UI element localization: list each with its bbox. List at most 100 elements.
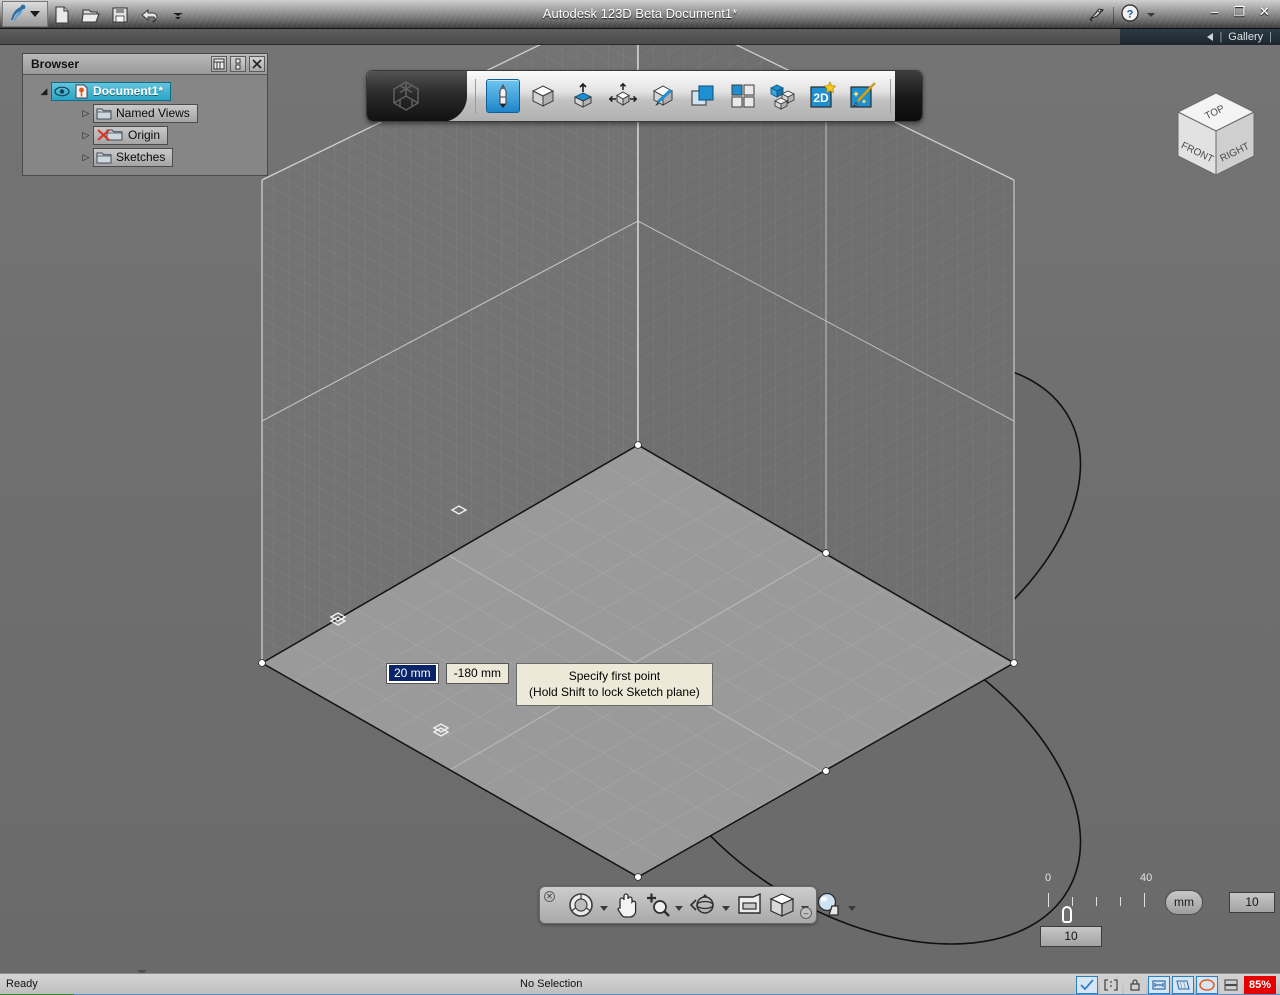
sketch-input-group[interactable]: 20 mm -180 mm Specify first point (Hold … [386,663,713,706]
minimize-button[interactable]: – [1207,4,1222,19]
satellite-dish-icon[interactable] [1087,3,1107,28]
overlap-squares-icon [690,85,714,106]
left-arrow-icon[interactable] [1207,33,1214,41]
steering-wheel-icon [569,893,593,917]
steering-wheel-button[interactable] [566,890,596,920]
navbar-minimize-icon[interactable]: – [800,907,812,919]
tree-node-named-views[interactable]: Named Views [93,103,198,123]
gallery-separator-left: | [1219,31,1223,43]
tree-row-origin[interactable]: ▷ Origin [27,124,263,146]
browser-panel[interactable]: Browser ◢ Document1* ▷ Named Views ▷ Ori… [22,53,268,176]
smart-tool-button[interactable] [846,79,880,113]
sphere-look-icon [817,892,839,916]
caret-down-icon[interactable] [1146,7,1156,25]
snap-check-icon[interactable] [1075,976,1098,994]
dimension-y-input[interactable]: -180 mm [445,663,510,684]
scale-marker-handle[interactable] [1062,906,1072,923]
zoom-button[interactable] [643,890,671,920]
toolbar-separator-right [889,79,891,113]
tree-node-document1[interactable]: Document1* [51,81,172,101]
construct-tool-button[interactable] [566,79,600,113]
navigation-bar[interactable]: ✕ – [539,886,856,924]
extrude-cube-icon [573,82,592,108]
look-at-button[interactable] [814,890,844,920]
gallery-link[interactable]: Gallery [1228,31,1263,43]
scale-tick-label-end: 40 [1140,872,1153,884]
window-controls: – ❐ ✕ [1207,4,1272,19]
modify-tool-button[interactable] [606,79,640,113]
fit-to-window-icon [738,892,761,914]
scale-tick-label-start: 0 [1045,872,1052,884]
gallery-bar-left-fill [0,29,1120,45]
toolbar-brand-area[interactable] [367,71,466,121]
pencil-sketch-icon [499,83,507,108]
status-percent-badge[interactable]: 85% [1243,976,1276,994]
title-bar: Autodesk 123D Beta Document1* ? – ❐ ✕ [0,0,1280,29]
cube-paint-brush-icon [652,85,673,106]
grid-spacing-input[interactable]: 10 [1040,926,1102,947]
tree-row-document[interactable]: ◢ Document1* [27,80,263,102]
grid-plane-icon[interactable] [1171,976,1194,994]
auto-hide-icon[interactable] [230,56,246,72]
tree-label-named-views: Named Views [116,106,190,120]
scale-tick-0 [1048,893,1049,907]
orange-loop-icon[interactable] [1195,976,1218,994]
main-toolbar[interactable]: 2D [366,70,923,122]
tree-twisty-named-views[interactable]: ▷ [79,108,93,119]
status-ready-text: Ready [6,978,38,990]
orbit-caret-icon[interactable] [722,905,730,911]
cube-primitive-icon [531,85,554,107]
tree-node-origin[interactable]: Origin [93,125,169,145]
command-tooltip: Specify first point (Hold Shift to lock … [516,663,713,706]
dual-monitor-icon[interactable] [1219,976,1242,994]
primitives-tool-button[interactable] [526,79,560,113]
view-style-button[interactable] [767,891,797,919]
look-at-caret-icon[interactable] [848,905,856,911]
fit-view-button[interactable] [735,891,765,919]
snap-increment-input[interactable]: 10 [1229,892,1275,913]
close-x-icon[interactable] [249,56,265,72]
dimension-x-input[interactable]: 20 mm [386,663,439,684]
orbit-button[interactable] [688,891,718,919]
pan-button[interactable] [613,890,641,920]
folder-icon [96,108,112,119]
3d-viewport[interactable]: Browser ◢ Document1* ▷ Named Views ▷ Ori… [0,45,1280,973]
tooltip-line-2: (Hold Shift to lock Sketch plane) [529,685,700,699]
svg-text:2D: 2D [813,91,829,105]
tree-label-document1: Document1* [93,84,164,98]
grid-panel-icon[interactable] [211,56,227,72]
viewport-scene [0,45,1280,973]
hand-pan-icon [617,893,637,918]
restore-button[interactable]: ❐ [1232,4,1247,19]
sketch-tool-button[interactable] [485,79,520,113]
tree-twisty-origin[interactable]: ▷ [79,130,93,141]
viewport-resize-nub[interactable] [135,963,149,973]
pattern-tool-button[interactable] [726,79,760,113]
close-button[interactable]: ✕ [1257,4,1272,19]
group-tool-button[interactable] [766,79,800,113]
tree-row-sketches[interactable]: ▷ Sketches [27,146,263,168]
title-bar-tools: ? [1087,3,1156,28]
paint-tool-button[interactable] [646,79,680,113]
combine-tool-button[interactable] [686,79,720,113]
navbar-close-icon[interactable]: ✕ [544,891,555,902]
view-cube[interactable]: TOP FRONT RIGHT [1164,85,1268,189]
lock-icon[interactable] [1123,976,1146,994]
2d-sketch-tool-button[interactable]: 2D [806,79,840,113]
measure-span-icon[interactable] [1147,976,1170,994]
zoom-caret-icon[interactable] [675,905,683,911]
tree-row-named-views[interactable]: ▷ Named Views [27,102,263,124]
steering-wheel-caret-icon[interactable] [600,905,608,911]
bracket-constraints-icon[interactable] [1099,976,1122,994]
help-question-icon[interactable]: ? [1120,3,1140,28]
tree-label-origin: Origin [128,128,161,142]
tree-twisty-document[interactable]: ◢ [37,86,51,97]
status-selection-text: No Selection [520,978,583,990]
tree-node-sketches[interactable]: Sketches [93,147,174,167]
svg-text:?: ? [1127,9,1134,21]
tree-label-sketches: Sketches [116,150,166,164]
unit-selector[interactable]: mm [1165,890,1203,915]
dimension-x-value: 20 mm [389,665,436,681]
tree-twisty-sketches[interactable]: ▷ [79,152,93,163]
gallery-separator-right: | [1269,31,1272,43]
